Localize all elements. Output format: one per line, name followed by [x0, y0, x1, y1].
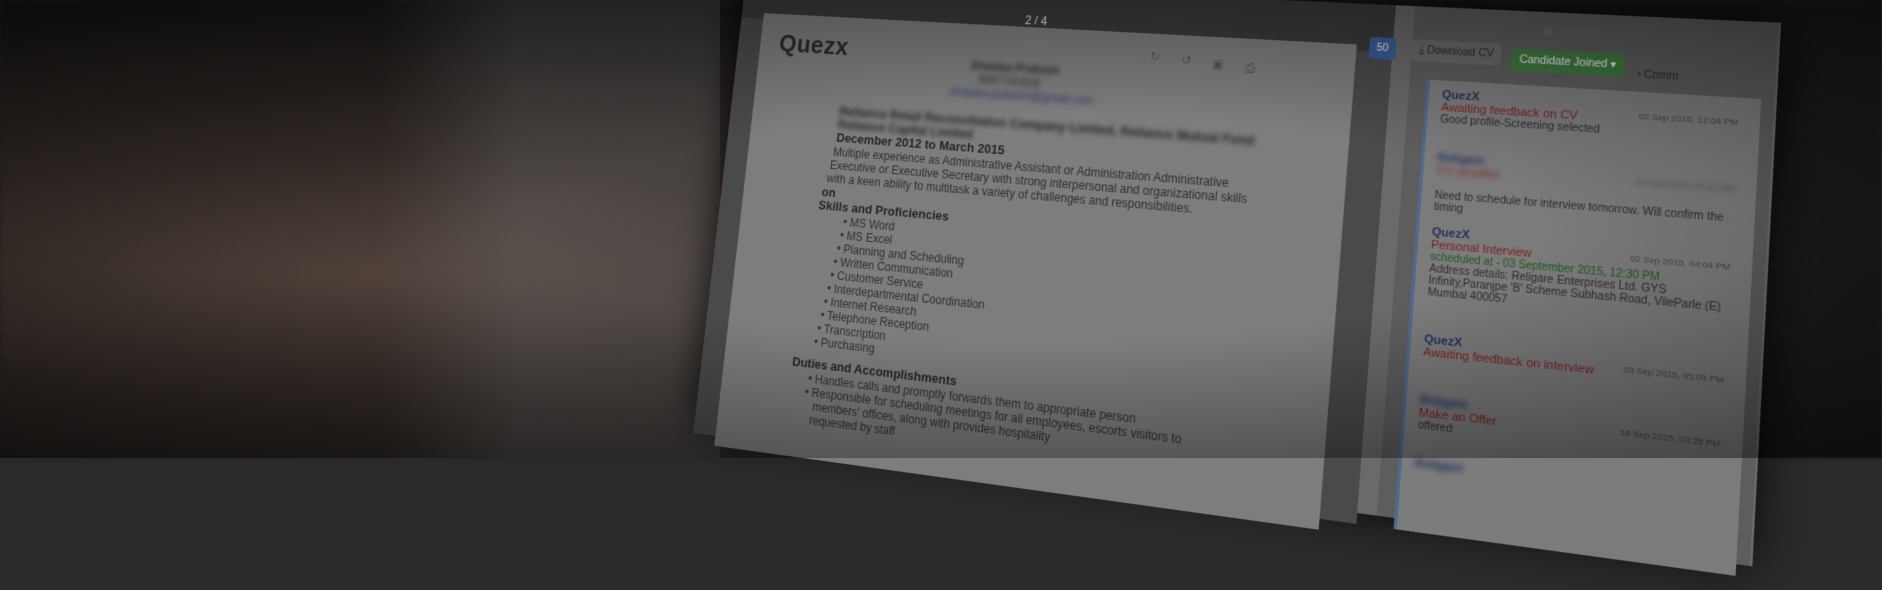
activity-sidebar: ▦ Calendar 50 ⤓ Download CV Candidate Jo… [1368, 6, 1779, 576]
resume-page: Quezx ↻ ↺ ▣ ⎙ Shalaka Prakash 9867742828… [714, 13, 1357, 530]
calendar-icon: ▦ [1541, 25, 1556, 38]
comment-button[interactable]: › Comm [1628, 63, 1687, 89]
feed-entry: QuezX 02 Sep 2015, 12:04 PM Awaiting fee… [1440, 89, 1739, 145]
comment-label: Comm [1643, 69, 1679, 84]
laptop-screen: 18286 2 / 4 Quezx ↻ ↺ ▣ ⎙ Shalaka Prakas… [693, 0, 1782, 576]
feed-entry: QuezX 03 Sep 2015, 05:09 PM Awaiting fee… [1423, 333, 1725, 391]
pdf-viewer: 18286 2 / 4 Quezx ↻ ↺ ▣ ⎙ Shalaka Prakas… [693, 0, 1396, 530]
entry-author: Religare [1414, 456, 1464, 476]
activity-feed: QuezX 02 Sep 2015, 12:04 PM Awaiting fee… [1393, 79, 1762, 576]
feed-entry: Religare [1415, 457, 1718, 508]
rotate-cw-icon[interactable]: ↻ [1148, 49, 1163, 64]
feed-entry: QuezX 02 Sep 2015, 04:04 PM Personal Int… [1427, 226, 1731, 327]
print-icon[interactable]: ⎙ [1243, 61, 1258, 76]
feed-entry: Religare 16 Sep 2015, 03:25 PM Make an O… [1417, 393, 1721, 467]
feed-entry: Religare 02 Sep 2015, 01:22 PM CV shortl… [1436, 152, 1735, 200]
calendar-button[interactable]: ▦ Calendar [1533, 20, 1610, 46]
save-icon[interactable]: ▣ [1211, 57, 1226, 72]
background-screen-left [380, 0, 720, 458]
page-indicator: 2 / 4 [1024, 13, 1048, 29]
download-cv-button[interactable]: ⤓ Download CV [1410, 39, 1503, 66]
download-cv-label: Download CV [1426, 45, 1495, 61]
rotate-ccw-icon[interactable]: ↺ [1179, 53, 1194, 68]
quezx-logo: Quezx [777, 28, 851, 61]
calendar-label: Calendar [1554, 26, 1602, 41]
count-badge[interactable]: 50 [1368, 36, 1397, 60]
candidate-joined-button[interactable]: Candidate Joined ▾ [1510, 48, 1626, 77]
